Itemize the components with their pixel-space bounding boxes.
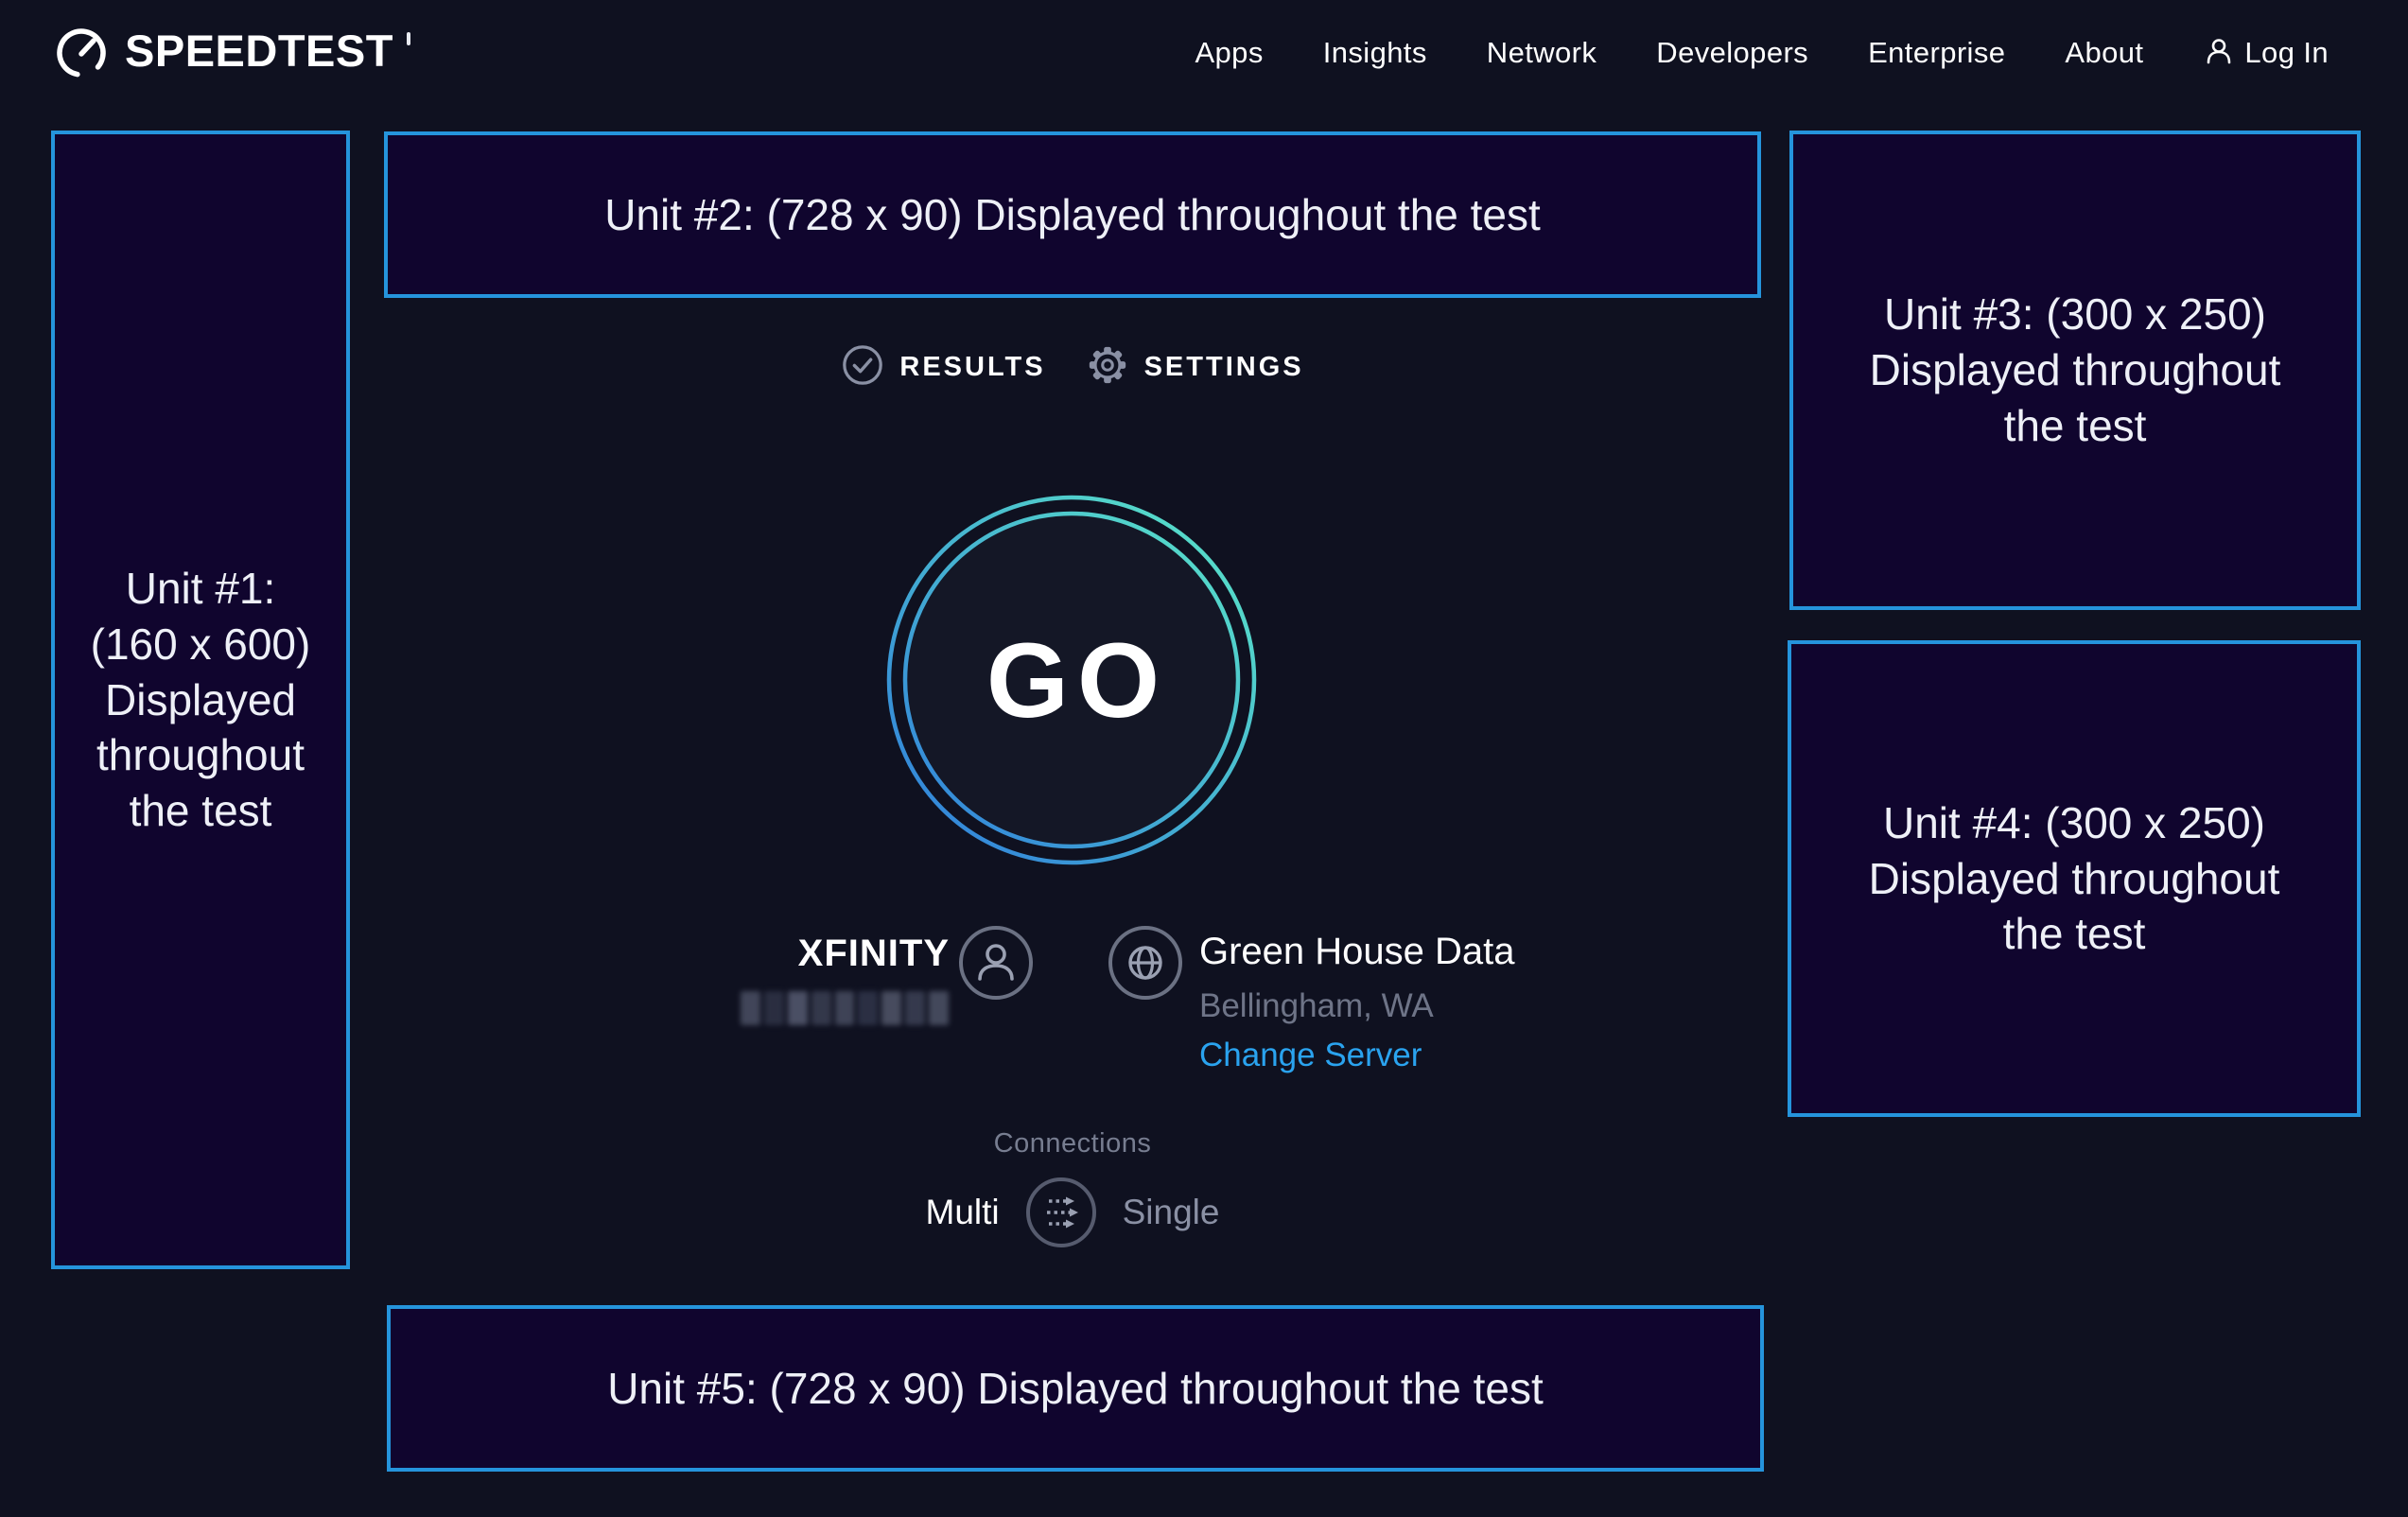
ad-unit-1-skyscraper[interactable]: Unit #1: (160 x 600) Displayed throughou… xyxy=(51,131,350,1269)
tab-results[interactable]: RESULTS xyxy=(841,343,1045,392)
server-location: Bellingham, WA xyxy=(1199,987,1434,1025)
connections-multi-option[interactable]: Multi xyxy=(926,1193,1000,1232)
tab-settings[interactable]: SETTINGS xyxy=(1086,343,1304,392)
connections-heading: Connections xyxy=(384,1128,1761,1160)
connections-row: Multi Single xyxy=(384,1176,1761,1249)
server-globe-icon xyxy=(1108,925,1183,1001)
user-outline-icon xyxy=(2203,35,2235,72)
connections-toggle-icon[interactable] xyxy=(1024,1176,1098,1249)
login-button[interactable]: Log In xyxy=(2203,35,2329,72)
gear-icon xyxy=(1086,343,1129,392)
nav-item-network[interactable]: Network xyxy=(1487,36,1597,70)
isp-name: XFINITY xyxy=(793,933,950,975)
nav-item-apps[interactable]: Apps xyxy=(1195,36,1263,70)
blurred-ip-address xyxy=(741,991,949,1025)
brand-name: SPEEDTEST xyxy=(125,21,393,81)
tab-bar: RESULTS SETTINGS xyxy=(384,344,1761,390)
header: SPEEDTEST Apps Insights Network Develope… xyxy=(0,0,2408,106)
go-button-label: GO xyxy=(886,495,1257,865)
ad-unit-2-leaderboard[interactable]: Unit #2: (728 x 90) Displayed throughout… xyxy=(384,131,1761,298)
tab-results-label: RESULTS xyxy=(899,352,1045,383)
main-nav: Apps Insights Network Developers Enterpr… xyxy=(1195,35,2329,72)
change-server-link[interactable]: Change Server xyxy=(1199,1037,1422,1074)
connections-single-option[interactable]: Single xyxy=(1123,1193,1220,1232)
login-label: Log In xyxy=(2244,36,2329,70)
server-name: Green House Data xyxy=(1199,931,1515,973)
nav-item-enterprise[interactable]: Enterprise xyxy=(1868,36,2005,70)
ad-unit-3-rectangle[interactable]: Unit #3: (300 x 250) Displayed throughou… xyxy=(1789,131,2361,610)
go-button[interactable]: GO xyxy=(886,495,1257,865)
speedtest-logo[interactable]: SPEEDTEST xyxy=(51,21,410,86)
ad-unit-4-rectangle[interactable]: Unit #4: (300 x 250) Displayed throughou… xyxy=(1788,640,2361,1117)
tab-settings-label: SETTINGS xyxy=(1144,352,1304,383)
nav-item-developers[interactable]: Developers xyxy=(1656,36,1808,70)
speedometer-icon xyxy=(51,21,112,86)
ad-unit-5-leaderboard[interactable]: Unit #5: (728 x 90) Displayed throughout… xyxy=(387,1305,1764,1472)
isp-user-icon xyxy=(958,925,1034,1001)
nav-item-insights[interactable]: Insights xyxy=(1323,36,1427,70)
nav-item-about[interactable]: About xyxy=(2065,36,2143,70)
trademark-mark xyxy=(407,32,410,45)
check-circle-icon xyxy=(841,343,884,392)
